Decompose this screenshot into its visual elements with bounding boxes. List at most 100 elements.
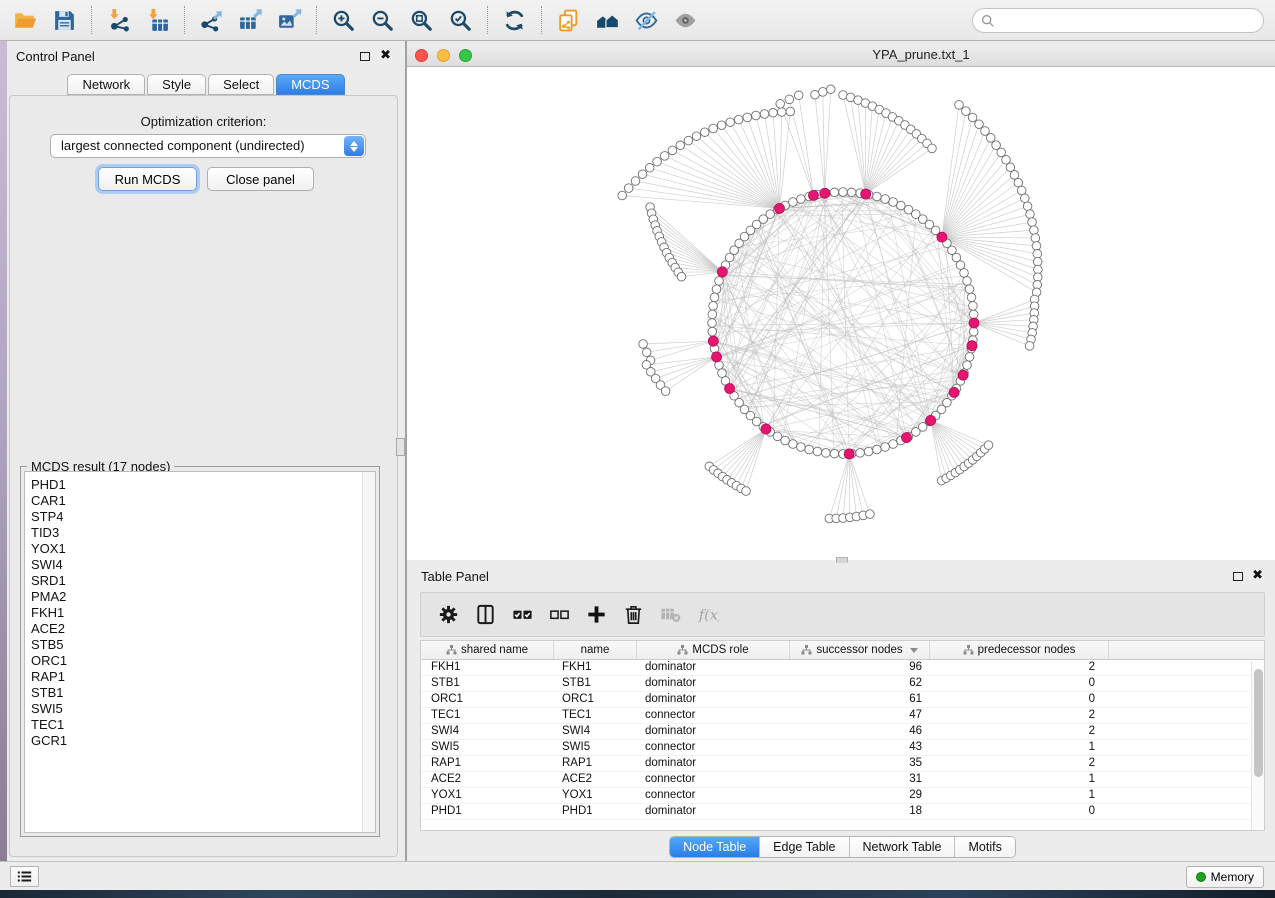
cell-predecessor-nodes: 0 — [930, 804, 1109, 819]
export-image-button[interactable] — [270, 3, 309, 37]
table-row[interactable]: SWI5SWI5connector431 — [421, 740, 1264, 756]
table-row[interactable]: TEC1TEC1connector472 — [421, 708, 1264, 724]
cell-mcds-role: connector — [637, 788, 790, 803]
column-header-name[interactable]: name — [554, 641, 637, 659]
network-window-title: YPA_prune.txt_1 — [407, 44, 1275, 66]
tab-network[interactable]: Network — [67, 74, 145, 95]
mcds-result-item[interactable]: STB5 — [25, 637, 375, 653]
tab-mcds[interactable]: MCDS — [276, 74, 344, 95]
cell-successor-nodes: 18 — [790, 804, 930, 819]
cell-mcds-role: connector — [637, 708, 790, 723]
table-row[interactable]: FKH1FKH1dominator962 — [421, 660, 1264, 676]
optimization-criterion-dropdown[interactable]: largest connected component (undirected) — [50, 134, 366, 158]
open-file-button[interactable] — [6, 3, 45, 37]
export-network-button[interactable] — [192, 3, 231, 37]
vertical-splitter-handle[interactable] — [396, 438, 405, 456]
task-history-button[interactable] — [10, 866, 39, 887]
mcds-result-item[interactable]: PHD1 — [25, 477, 375, 493]
import-table-button[interactable] — [138, 3, 177, 37]
table-row[interactable]: PHD1PHD1dominator180 — [421, 804, 1264, 820]
hide-panels-button[interactable] — [627, 3, 666, 37]
table-row[interactable]: STB1STB1dominator620 — [421, 676, 1264, 692]
maximize-window-icon[interactable] — [459, 49, 472, 62]
tab-node-table[interactable]: Node Table — [670, 837, 760, 857]
mcds-result-item[interactable]: YOX1 — [25, 541, 375, 557]
delete-column-button[interactable] — [615, 597, 652, 633]
tab-style[interactable]: Style — [147, 74, 206, 95]
column-header-mcds-role[interactable]: MCDS role — [637, 641, 790, 659]
close-panel-button[interactable]: Close panel — [207, 167, 314, 191]
tab-network-table[interactable]: Network Table — [850, 837, 956, 857]
select-all-rows-button[interactable] — [504, 597, 541, 633]
tab-select[interactable]: Select — [208, 74, 274, 95]
run-mcds-button[interactable]: Run MCDS — [98, 167, 197, 191]
table-scrollbar-thumb[interactable] — [1254, 669, 1263, 777]
tab-edge-table[interactable]: Edge Table — [760, 837, 849, 857]
refresh-network-icon — [502, 8, 527, 33]
zoom-in-icon — [331, 8, 356, 33]
float-panel-icon[interactable] — [360, 52, 370, 61]
cell-successor-nodes: 31 — [790, 772, 930, 787]
column-header-predecessor-nodes[interactable]: predecessor nodes — [930, 641, 1109, 659]
network-overview-button[interactable] — [588, 3, 627, 37]
zoom-selected-button[interactable] — [441, 3, 480, 37]
mcds-result-item[interactable]: ORC1 — [25, 653, 375, 669]
mcds-result-item[interactable]: STB1 — [25, 685, 375, 701]
delete-column-icon — [622, 603, 645, 626]
zoom-fit-icon — [409, 8, 434, 33]
cell-mcds-role: dominator — [637, 724, 790, 739]
show-panels-icon — [673, 8, 698, 33]
import-table-icon — [145, 8, 170, 33]
network-graph[interactable] — [407, 67, 1275, 560]
import-network-button[interactable] — [99, 3, 138, 37]
show-panels-button[interactable] — [666, 3, 705, 37]
mcds-result-item[interactable]: FKH1 — [25, 605, 375, 621]
refresh-network-button[interactable] — [495, 3, 534, 37]
close-window-icon[interactable] — [415, 49, 428, 62]
result-list-scrollbar[interactable] — [362, 472, 375, 832]
mcds-result-item[interactable]: STP4 — [25, 509, 375, 525]
show-hide-columns-button[interactable] — [467, 597, 504, 633]
cell-successor-nodes: 35 — [790, 756, 930, 771]
mcds-result-item[interactable]: SWI5 — [25, 701, 375, 717]
deselect-all-rows-button[interactable] — [541, 597, 578, 633]
mcds-result-item[interactable]: SWI4 — [25, 557, 375, 573]
mcds-result-item[interactable]: SRD1 — [25, 573, 375, 589]
table-scrollbar[interactable] — [1251, 661, 1264, 830]
mcds-result-item[interactable]: ACE2 — [25, 621, 375, 637]
add-column-button[interactable] — [578, 597, 615, 633]
mcds-result-item[interactable]: GCR1 — [25, 733, 375, 749]
table-mode-gear-button[interactable] — [430, 597, 467, 633]
mcds-result-item[interactable]: CAR1 — [25, 493, 375, 509]
network-canvas[interactable] — [407, 67, 1275, 560]
zoom-out-icon — [370, 8, 395, 33]
tab-motifs[interactable]: Motifs — [955, 837, 1014, 857]
mcds-result-item[interactable]: TEC1 — [25, 717, 375, 733]
column-header-successor-nodes[interactable]: successor nodes — [790, 641, 930, 659]
duplicate-network-button[interactable] — [549, 3, 588, 37]
column-header-shared-name[interactable]: shared name — [421, 641, 554, 659]
table-row[interactable]: ACE2ACE2connector311 — [421, 772, 1264, 788]
table-row[interactable]: YOX1YOX1connector291 — [421, 788, 1264, 804]
save-session-button[interactable] — [45, 3, 84, 37]
export-table-button[interactable] — [231, 3, 270, 37]
table-row[interactable]: RAP1RAP1dominator352 — [421, 756, 1264, 772]
delete-table-icon — [659, 603, 682, 626]
main-toolbar — [0, 0, 1275, 41]
mcds-result-item[interactable]: RAP1 — [25, 669, 375, 685]
control-panel: Control Panel ✖ NetworkStyleSelectMCDS O… — [7, 41, 405, 861]
close-table-panel-icon[interactable]: ✖ — [1252, 567, 1263, 583]
minimize-window-icon[interactable] — [437, 49, 450, 62]
mcds-result-item[interactable]: PMA2 — [25, 589, 375, 605]
zoom-in-button[interactable] — [324, 3, 363, 37]
memory-button[interactable]: Memory — [1186, 866, 1264, 888]
mcds-result-item[interactable]: TID3 — [25, 525, 375, 541]
float-table-panel-icon[interactable] — [1233, 572, 1243, 581]
search-input[interactable] — [995, 9, 1263, 32]
table-row[interactable]: ORC1ORC1dominator610 — [421, 692, 1264, 708]
cell-shared-name: YOX1 — [421, 788, 554, 803]
zoom-out-button[interactable] — [363, 3, 402, 37]
table-row[interactable]: SWI4SWI4dominator462 — [421, 724, 1264, 740]
zoom-fit-button[interactable] — [402, 3, 441, 37]
close-panel-icon[interactable]: ✖ — [380, 47, 391, 63]
